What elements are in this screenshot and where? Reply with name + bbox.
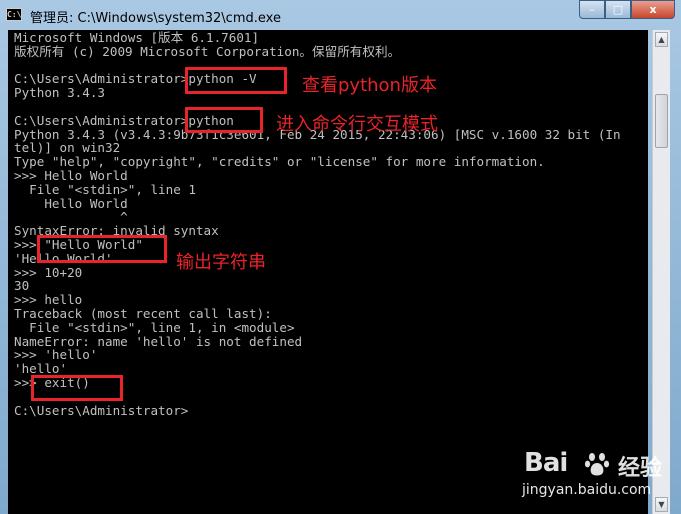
baidu-jingyan-watermark: Bai 经验 jingyan.baidu.com: [520, 448, 670, 508]
console-line: 'hello': [14, 361, 68, 377]
cmd-app-icon: C:\: [6, 8, 22, 21]
scrollbar-thumb[interactable]: [655, 94, 668, 148]
console-line: C:\Users\Administrator>: [14, 402, 189, 418]
console-line: Hello World: [14, 195, 128, 211]
console-line: Microsoft Windows [版本 6.1.7601]: [14, 30, 260, 45]
console-line: Type "help", "copyright", "credits" or "…: [14, 154, 545, 170]
window-title: 管理员: C:\Windows\system32\cmd.exe: [30, 11, 281, 26]
annotation-version: 查看python版本: [302, 75, 437, 96]
console-line: >>> hello: [14, 292, 83, 308]
annotation-interactive: 进入命令行交互模式: [276, 114, 438, 135]
paw-icon: [584, 453, 610, 476]
console-line: 30: [14, 278, 30, 294]
console-line: Traceback (most recent call last):: [14, 305, 272, 321]
console-line: NameError: name 'hello' is not defined: [14, 333, 303, 349]
console-line: File "<stdin>", line 1: [14, 181, 196, 197]
vertical-scrollbar[interactable]: ▲ ▼: [652, 30, 670, 514]
scroll-up-arrow-icon[interactable]: ▲: [655, 32, 668, 47]
watermark-logo-text: Bai: [524, 448, 568, 478]
highlight-python-version-command: [185, 67, 287, 94]
watermark-jingyan-text: 经验: [618, 456, 663, 481]
console-line: ^: [14, 209, 128, 225]
annotation-string: 输出字符串: [176, 252, 266, 273]
console-line: >>> 'hello': [14, 347, 98, 363]
console-line: Python 3.4.3: [14, 85, 105, 101]
console-line: tel)] on win32: [14, 140, 121, 156]
highlight-exit-command: [31, 375, 123, 401]
close-button[interactable]: x: [631, 0, 675, 19]
title-bar[interactable]: C:\ 管理员: C:\Windows\system32\cmd.exe – □…: [0, 0, 681, 30]
window-controls: – □ x: [579, 0, 675, 19]
maximize-button[interactable]: □: [605, 0, 631, 19]
watermark-url: jingyan.baidu.com: [522, 482, 652, 498]
highlight-python-command: [185, 107, 263, 133]
console-line: >>> 10+20: [14, 264, 83, 280]
highlight-hello-world-string: [37, 235, 167, 263]
console-line: 版权所有 (c) 2009 Microsoft Corporation。保留所有…: [14, 43, 401, 59]
console-area[interactable]: Microsoft Windows [版本 6.1.7601] 版权所有 (c)…: [8, 30, 648, 514]
console-line: File "<stdin>", line 1, in <module>: [14, 319, 295, 335]
console-line: >>> Hello World: [14, 167, 128, 183]
minimize-button[interactable]: –: [579, 0, 605, 19]
